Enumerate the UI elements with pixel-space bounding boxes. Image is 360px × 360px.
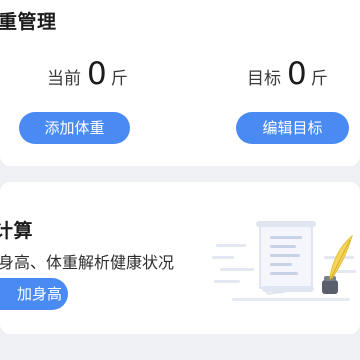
current-weight-unit: 斤 bbox=[110, 69, 128, 89]
bmi-card-description: 身高、体重解析健康状况 bbox=[0, 253, 175, 272]
current-weight-value: 0 bbox=[87, 56, 107, 92]
edit-target-button[interactable]: 编辑目标 bbox=[236, 112, 349, 144]
bmi-card: 计算 身高、体重解析健康状况 加身高 bbox=[0, 182, 360, 334]
target-weight-label: 目标 bbox=[247, 69, 281, 89]
target-weight-stat: 目标 0 斤 bbox=[247, 56, 328, 96]
bmi-card-title: 计算 bbox=[0, 220, 34, 242]
current-weight-label: 当前 bbox=[47, 69, 81, 89]
current-weight-stat: 当前 0 斤 bbox=[47, 56, 128, 96]
target-weight-unit: 斤 bbox=[310, 69, 328, 89]
page: 重管理 当前 0 斤 目标 0 斤 添加体重 编辑目标 计算 身高、体重解析健康状况 加… bbox=[0, 0, 360, 360]
document-with-quill-icon bbox=[212, 218, 360, 306]
target-weight-value: 0 bbox=[287, 56, 307, 92]
add-weight-button[interactable]: 添加体重 bbox=[19, 112, 130, 144]
weight-card-title: 重管理 bbox=[0, 11, 57, 33]
weight-management-card: 重管理 当前 0 斤 目标 0 斤 添加体重 编辑目标 bbox=[0, 0, 360, 166]
bottom-background bbox=[0, 338, 360, 360]
add-height-button[interactable]: 加身高 bbox=[0, 278, 68, 310]
